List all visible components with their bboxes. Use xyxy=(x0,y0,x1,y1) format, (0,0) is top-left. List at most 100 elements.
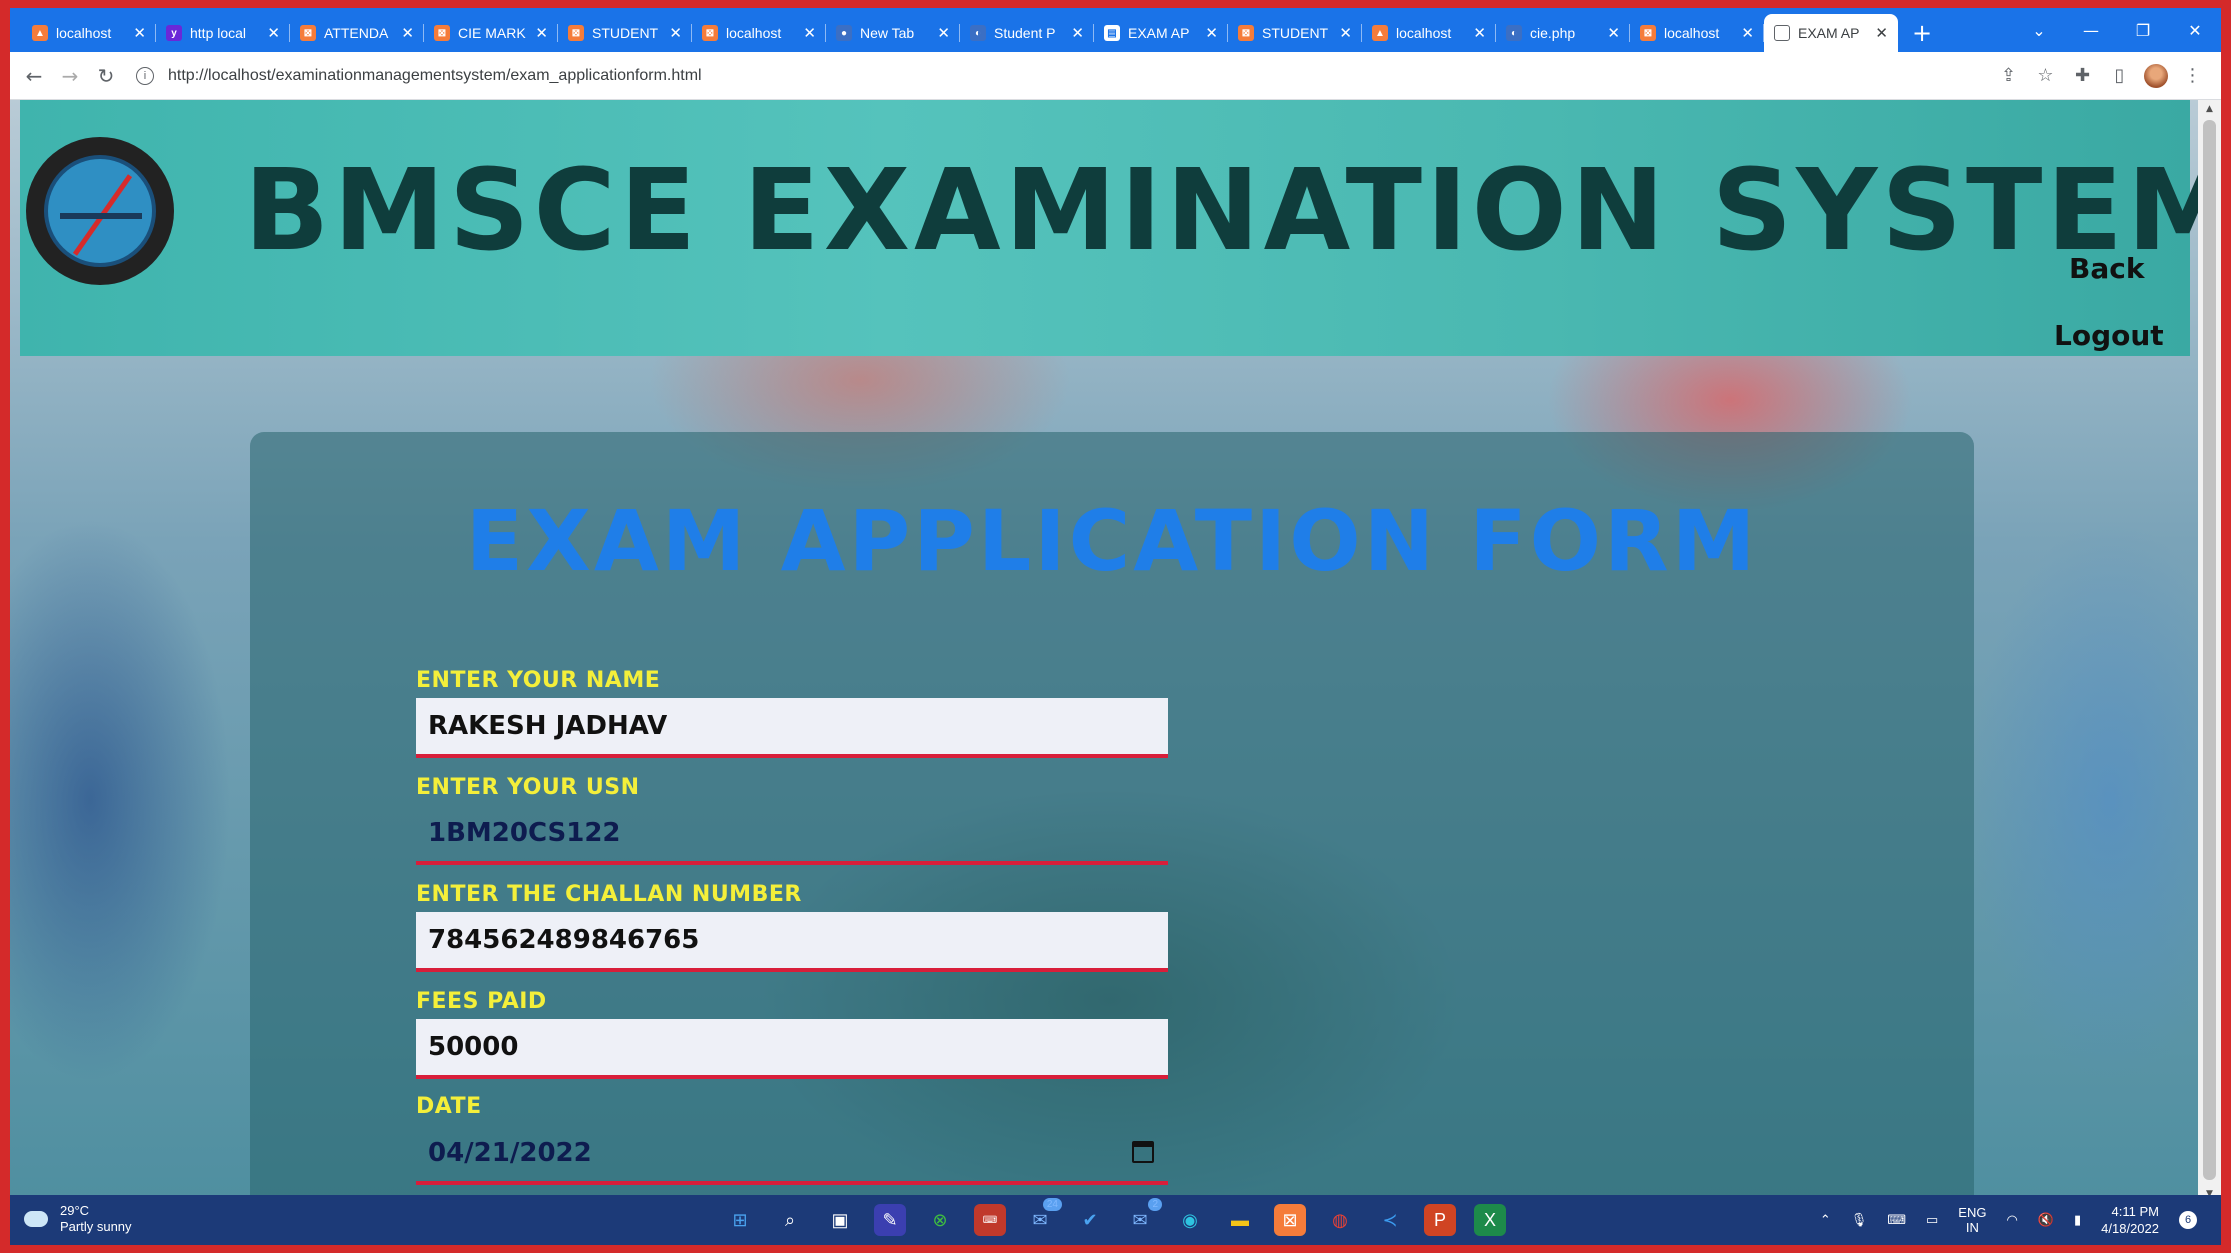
edge-icon[interactable]: ◉ xyxy=(1174,1204,1206,1236)
close-icon[interactable]: ✕ xyxy=(803,24,816,42)
phpmyadmin-icon: ⊠ xyxy=(568,25,584,41)
close-icon[interactable]: ✕ xyxy=(669,24,682,42)
wifi-icon[interactable]: ◠ xyxy=(2006,1212,2017,1228)
back-arrow-icon[interactable]: ← xyxy=(16,64,52,88)
calendar-icon[interactable] xyxy=(1132,1141,1154,1163)
weather-temp: 29°C xyxy=(60,1203,90,1218)
time: 4:11 PM xyxy=(2111,1204,2159,1219)
close-icon[interactable]: ✕ xyxy=(1875,24,1888,42)
restore-button[interactable]: ❐ xyxy=(2117,21,2169,40)
page-icon: ▤ xyxy=(1104,25,1120,41)
pen-app-icon[interactable]: ✎ xyxy=(874,1204,906,1236)
close-icon[interactable]: ✕ xyxy=(1071,24,1084,42)
powerpoint-icon[interactable]: P xyxy=(1424,1204,1456,1236)
logout-link[interactable]: Logout xyxy=(2054,319,2164,352)
keyboard-icon[interactable]: ⌨ xyxy=(1887,1212,1906,1228)
info-icon[interactable]: i xyxy=(136,66,154,85)
weather-desc: Partly sunny xyxy=(60,1219,132,1234)
forward-arrow-icon[interactable]: → xyxy=(52,64,88,88)
microphone-icon[interactable]: 🎙 xyxy=(1851,1212,1868,1228)
minimize-button[interactable]: — xyxy=(2065,21,2117,40)
date-input[interactable]: 04/21/2022 xyxy=(416,1125,1168,1185)
browser-tab[interactable]: ⊠ localhost ✕ xyxy=(692,14,826,52)
file-explorer-icon[interactable]: ▬ xyxy=(1224,1204,1256,1236)
mail-icon[interactable]: ✉ 2 xyxy=(1124,1198,1162,1236)
search-icon[interactable]: ⌕ xyxy=(774,1204,806,1236)
scroll-thumb[interactable] xyxy=(2203,120,2216,1180)
usn-label: ENTER YOUR USN xyxy=(416,775,640,800)
new-tab-button[interactable]: + xyxy=(1912,14,1932,52)
battery-icon[interactable]: ▮ xyxy=(2074,1212,2081,1228)
name-label: ENTER YOUR NAME xyxy=(416,668,661,693)
window-controls: ⌄ — ❐ ✕ xyxy=(2013,8,2221,52)
name-input[interactable]: RAKESH JADHAV xyxy=(416,698,1168,758)
xampp-taskbar-icon[interactable]: ⊠ xyxy=(1274,1204,1306,1236)
browser-tab[interactable]: ● New Tab ✕ xyxy=(826,14,960,52)
task-view-icon[interactable]: ▣ xyxy=(824,1204,856,1236)
close-window-button[interactable]: ✕ xyxy=(2169,21,2221,40)
display-icon[interactable]: ▭ xyxy=(1926,1212,1938,1228)
challan-input[interactable]: 784562489846765 xyxy=(416,912,1168,972)
close-icon[interactable]: ✕ xyxy=(937,24,950,42)
phpmyadmin-icon: ⊠ xyxy=(1640,25,1656,41)
url-text: http://localhost/examinationmanagementsy… xyxy=(168,66,702,84)
browser-tab[interactable]: ▲ localhost ✕ xyxy=(22,14,156,52)
taskbar: 29°C Partly sunny ⊞ ⌕ ▣ ✎ ⊗ ⌨ ✉ 24 ✔ ✉ 2 ◉… xyxy=(10,1195,2221,1245)
chevron-up-icon[interactable]: ⌃ xyxy=(1820,1212,1831,1228)
chrome-icon[interactable]: ◍ xyxy=(1324,1204,1356,1236)
phpmyadmin-icon: ⊠ xyxy=(434,25,450,41)
close-icon[interactable]: ✕ xyxy=(1339,24,1352,42)
windows-start-icon[interactable]: ⊞ xyxy=(724,1204,756,1236)
taskbar-apps: ⊞ ⌕ ▣ ✎ ⊗ ⌨ ✉ 24 ✔ ✉ 2 ◉ ▬ ⊠ ◍ ≺ P X xyxy=(715,1195,1515,1245)
browser-tab[interactable]: ▤ EXAM AP ✕ xyxy=(1094,14,1228,52)
close-icon[interactable]: ✕ xyxy=(267,24,280,42)
extensions-icon[interactable]: ✚ xyxy=(2064,65,2101,86)
close-icon[interactable]: ✕ xyxy=(1205,24,1218,42)
usn-input[interactable]: 1BM20CS122 xyxy=(416,805,1168,865)
typing-app-icon[interactable]: ⌨ xyxy=(974,1204,1006,1236)
close-icon[interactable]: ✕ xyxy=(535,24,548,42)
phpmyadmin-icon: ⊠ xyxy=(300,25,316,41)
profile-avatar[interactable] xyxy=(2144,63,2168,88)
date-label: DATE xyxy=(416,1094,482,1119)
browser-tab[interactable]: ◐ cie.php ✕ xyxy=(1496,14,1630,52)
browser-tab[interactable]: ⊠ STUDENT ✕ xyxy=(1228,14,1362,52)
browser-tab[interactable]: ▲ localhost ✕ xyxy=(1362,14,1496,52)
clock[interactable]: 4:11 PM 4/18/2022 xyxy=(2101,1203,2159,1237)
page-scrollbar[interactable]: ▲ ▼ xyxy=(2198,100,2221,1203)
close-icon[interactable]: ✕ xyxy=(1741,24,1754,42)
notification-badge[interactable]: 6 xyxy=(2179,1211,2197,1229)
close-icon[interactable]: ✕ xyxy=(1473,24,1486,42)
share-icon[interactable]: ⇪ xyxy=(1990,65,2027,86)
xbox-icon[interactable]: ⊗ xyxy=(924,1204,956,1236)
scroll-up-arrow-icon[interactable]: ▲ xyxy=(2198,104,2221,114)
browser-tab[interactable]: ⊠ localhost ✕ xyxy=(1630,14,1764,52)
tab-search-icon[interactable]: ⌄ xyxy=(2013,21,2065,40)
form-title: EXAM APPLICATION FORM xyxy=(465,492,1759,590)
vscode-icon[interactable]: ≺ xyxy=(1374,1204,1406,1236)
browser-tab[interactable]: ⊠ ATTENDA ✕ xyxy=(290,14,424,52)
browser-tab[interactable]: ◐ Student P ✕ xyxy=(960,14,1094,52)
browser-tab-active[interactable]: EXAM AP ✕ xyxy=(1764,14,1898,52)
browser-tab[interactable]: ⊠ STUDENT ✕ xyxy=(558,14,692,52)
college-logo xyxy=(26,137,174,285)
reload-icon[interactable]: ↻ xyxy=(88,64,124,88)
menu-kebab-icon[interactable]: ⋮ xyxy=(2174,65,2211,86)
close-icon[interactable]: ✕ xyxy=(401,24,414,42)
excel-icon[interactable]: X xyxy=(1474,1204,1506,1236)
close-icon[interactable]: ✕ xyxy=(133,24,146,42)
close-icon[interactable]: ✕ xyxy=(1607,24,1620,42)
browser-tab[interactable]: y http local ✕ xyxy=(156,14,290,52)
volume-muted-icon[interactable]: 🔇 xyxy=(2038,1212,2054,1228)
todo-check-icon[interactable]: ✔ xyxy=(1074,1204,1106,1236)
back-link[interactable]: Back xyxy=(2069,252,2144,285)
bookmark-star-icon[interactable]: ☆ xyxy=(2027,65,2064,86)
cloud-sun-icon xyxy=(24,1211,48,1227)
address-bar[interactable]: i http://localhost/examinationmanagement… xyxy=(136,58,1990,94)
side-panel-icon[interactable]: ▯ xyxy=(2101,65,2138,86)
weather-widget[interactable]: 29°C Partly sunny xyxy=(24,1203,132,1235)
mail-app-icon[interactable]: ✉ 24 xyxy=(1024,1198,1062,1236)
fees-input[interactable]: 50000 xyxy=(416,1019,1168,1079)
browser-tab[interactable]: ⊠ CIE MARK ✕ xyxy=(424,14,558,52)
language-indicator[interactable]: ENG IN xyxy=(1958,1205,1986,1235)
